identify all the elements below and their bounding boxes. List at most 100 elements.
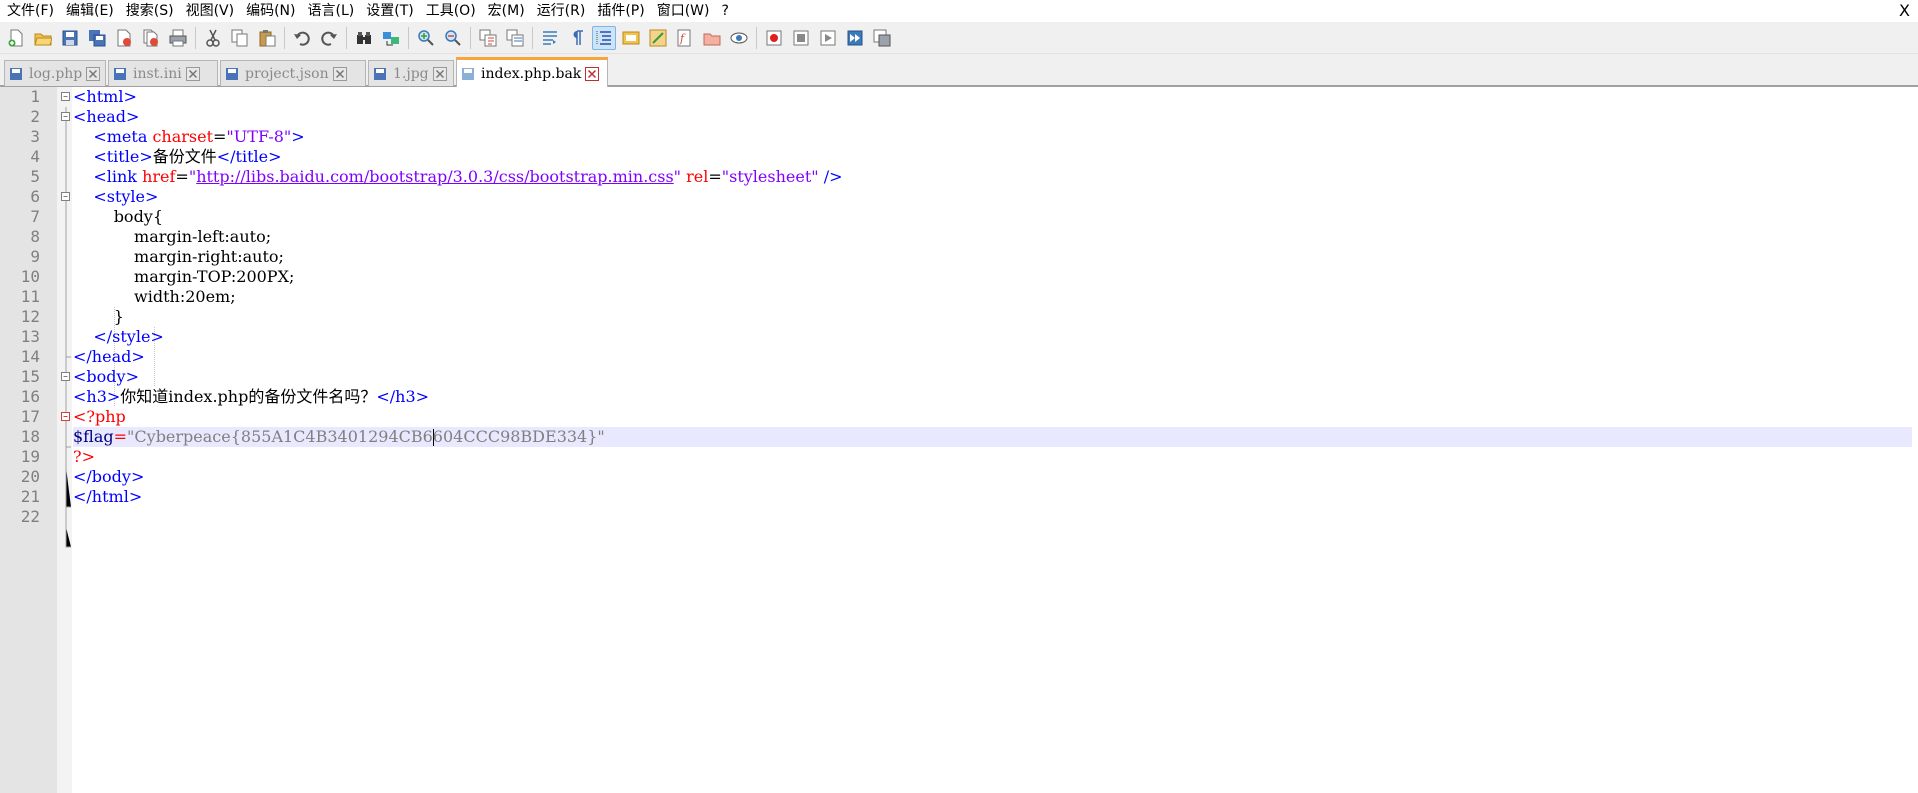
code-line[interactable]: 13 </style> [0,327,1918,347]
tab-project-json[interactable]: project.json [220,60,366,86]
code-line[interactable]: 11 width:20em; [0,287,1918,307]
code-text: body{ [73,207,164,226]
cut-icon[interactable] [201,26,225,50]
tab-close-icon[interactable] [585,66,600,81]
copy-icon[interactable] [228,26,252,50]
close-icon[interactable] [112,26,136,50]
tab-log-php[interactable]: log.php [4,60,106,86]
menu-encoding[interactable]: 编码(N) [240,0,301,22]
code-line[interactable]: 5 <link href="http://libs.baidu.com/boot… [0,167,1918,187]
line-number: 9 [30,247,40,266]
menu-tools[interactable]: 工具(O) [420,0,482,22]
tab-close-icon[interactable] [86,66,101,81]
menu-edit[interactable]: 编辑(E) [60,0,120,22]
code-text: margin-TOP:200PX; [73,267,295,286]
code-line[interactable]: 4 <title>备份文件</title> [0,147,1918,167]
save-icon[interactable] [58,26,82,50]
code-line[interactable]: 9 margin-right:auto; [0,247,1918,267]
record-macro-icon[interactable] [762,26,786,50]
code-line[interactable]: 3 <meta charset="UTF-8"> [0,127,1918,147]
code-text: margin-right:auto; [73,247,284,266]
code-line[interactable]: 7 body{ [0,207,1918,227]
menu-search[interactable]: 搜索(S) [120,0,180,22]
stop-record-icon[interactable] [789,26,813,50]
code-text: </head> [73,347,145,366]
zoom-in-icon[interactable] [414,26,438,50]
code-line[interactable]: 16 <h3>你知道index.php的备份文件名吗？</h3> [0,387,1918,407]
tab-index-php-bak[interactable]: index.php.bak [456,57,608,87]
toolbar: f [0,22,1918,54]
code-line[interactable]: 15 <body> [0,367,1918,387]
code-line[interactable]: 18 $flag="Cyberpeace{855A1C4B3401294CB660… [0,427,1918,447]
redo-icon[interactable] [317,26,341,50]
fold-toggle-icon[interactable] [60,187,71,207]
tab-inst-ini[interactable]: inst.ini [108,60,218,86]
menu-plugins[interactable]: 插件(P) [591,0,650,22]
close-document-button[interactable]: X [1899,0,1910,22]
line-number: 5 [30,167,40,186]
menu-window[interactable]: 窗口(W) [651,0,716,22]
sync-vertical-icon[interactable] [476,26,500,50]
line-number: 6 [30,187,40,206]
code-line[interactable]: 20 </body> [0,467,1918,487]
fold-toggle-icon[interactable] [60,367,71,387]
document-tab-bar: log.php inst.ini project.json 1.jpg inde… [0,56,1918,87]
code-text: margin-left:auto; [73,227,272,246]
code-line[interactable]: 21 </html> [0,487,1918,507]
doc-map-icon[interactable] [646,26,670,50]
save-macro-icon[interactable] [870,26,894,50]
undo-icon[interactable] [290,26,314,50]
show-all-chars-icon[interactable] [565,26,589,50]
code-line[interactable]: 22 [0,507,1918,527]
code-text: <body> [73,367,139,386]
find-icon[interactable] [352,26,376,50]
save-file-icon [374,67,386,80]
code-line[interactable]: 2 <head> [0,107,1918,127]
menu-view[interactable]: 视图(V) [180,0,241,22]
line-number: 11 [20,287,40,306]
tab-close-icon[interactable] [432,66,447,81]
zoom-out-icon[interactable] [441,26,465,50]
code-line[interactable]: 1 <html> [0,87,1918,107]
close-all-icon[interactable] [139,26,163,50]
code-line[interactable]: 19 ?> [0,447,1918,467]
indent-guide-icon[interactable] [592,25,616,50]
fold-toggle-icon[interactable] [60,107,71,127]
monitor-icon[interactable] [727,26,751,50]
code-line[interactable]: 14 </head> [0,347,1918,367]
code-line[interactable]: 12 } [0,307,1918,327]
editor[interactable]: 1 <html> 2 <head> 3 <meta charset="UTF-8"> 4 … [0,86,1918,793]
save-all-icon[interactable] [85,26,109,50]
tab-1-jpg[interactable]: 1.jpg [368,60,454,86]
run-macro-multiple-icon[interactable] [843,26,867,50]
tab-close-icon[interactable] [185,66,200,81]
fold-toggle-icon[interactable] [60,407,71,427]
play-macro-icon[interactable] [816,26,840,50]
paste-icon[interactable] [255,26,279,50]
code-line[interactable]: 17 <?php [0,407,1918,427]
user-language-icon[interactable] [619,26,643,50]
code-line[interactable]: 8 margin-left:auto; [0,227,1918,247]
tab-label: inst.ini [133,65,182,82]
menu-macro[interactable]: 宏(M) [482,0,531,22]
code-line[interactable]: 10 margin-TOP:200PX; [0,267,1918,287]
menu-run[interactable]: 运行(R) [531,0,592,22]
sync-horizontal-icon[interactable] [503,26,527,50]
open-file-icon[interactable] [31,26,55,50]
folder-workspace-icon[interactable] [700,26,724,50]
new-file-icon[interactable] [4,26,28,50]
menu-help[interactable]: ? [716,0,735,22]
code-text: <title>备份文件</title> [93,147,282,166]
print-icon[interactable] [166,26,190,50]
tab-close-icon[interactable] [332,66,347,81]
replace-icon[interactable] [379,26,403,50]
fold-toggle-icon[interactable] [60,87,71,107]
menu-language[interactable]: 语言(L) [302,0,361,22]
menu-settings[interactable]: 设置(T) [360,0,419,22]
code-text: <link href="http://libs.baidu.com/bootst… [93,167,843,186]
menu-file[interactable]: 文件(F) [0,0,60,22]
function-list-icon[interactable]: f [673,26,697,50]
word-wrap-icon[interactable] [538,26,562,50]
code-line[interactable]: 6 <style> [0,187,1918,207]
